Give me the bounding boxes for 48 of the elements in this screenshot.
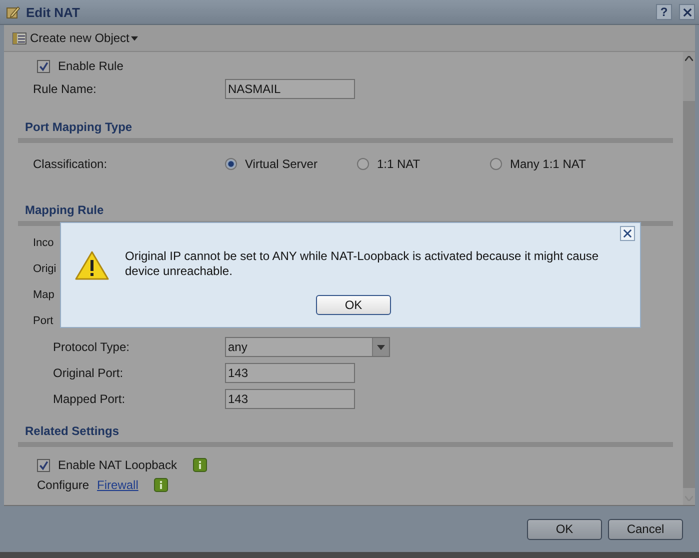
caret-icon — [131, 36, 138, 40]
checkbox[interactable] — [37, 458, 50, 472]
ok-button[interactable]: OK — [527, 518, 602, 540]
radio-button[interactable] — [357, 158, 369, 170]
list-icon — [12, 31, 28, 45]
input-field[interactable]: 143 — [225, 363, 355, 383]
field-label: Protocol Type: — [53, 340, 130, 354]
checkbox-label: Enable NAT Loopback — [58, 458, 177, 472]
radio-button[interactable] — [490, 158, 502, 170]
close-icon — [682, 8, 692, 16]
close-button[interactable] — [620, 226, 635, 241]
radio-button[interactable] — [225, 158, 237, 170]
section-heading: Related Settings — [24, 424, 120, 438]
close-button[interactable] — [679, 4, 695, 20]
section-heading: Port Mapping Type — [24, 120, 134, 134]
radio-label: Virtual Server — [245, 157, 318, 171]
window-title: Edit NAT — [26, 4, 80, 20]
radio-label: 1:1 NAT — [377, 157, 420, 171]
section-heading: Mapping Rule — [24, 203, 105, 217]
caret-icon — [377, 344, 385, 350]
alert-message: Original IP cannot be set to ANY while NAT-Loopback is activated because it might cause device unreachable. — [125, 249, 600, 279]
cancel-button[interactable]: Cancel — [608, 518, 683, 540]
field-label: Original Port: — [53, 366, 124, 380]
help-button[interactable]: ? — [656, 4, 672, 20]
close-icon — [623, 229, 632, 238]
scrollbar[interactable] — [683, 52, 695, 505]
scroll-up-icon[interactable] — [685, 56, 693, 61]
info-icon[interactable] — [192, 458, 207, 472]
field-label: Rule Name: — [32, 82, 98, 96]
ok-button[interactable]: OK — [316, 295, 391, 315]
field-label: Mapped Port: — [53, 392, 126, 406]
field-label: Classification: — [32, 157, 108, 171]
info-icon[interactable] — [154, 478, 168, 492]
checkbox[interactable] — [37, 60, 50, 72]
input-field[interactable]: 143 — [225, 389, 355, 409]
warning-icon — [75, 251, 109, 281]
radio-label: Many 1:1 NAT — [510, 157, 586, 171]
dropdown-field[interactable]: any — [225, 337, 390, 357]
field-label: Map — [33, 289, 54, 301]
field-label: Origi — [33, 263, 56, 275]
field-label: Port — [33, 315, 54, 327]
checkbox-label: Enable Rule — [58, 59, 124, 73]
firewall-link[interactable]: Firewall — [97, 478, 138, 492]
create-object-button[interactable]: Create new Object — [12, 31, 138, 45]
field-label: Inco — [33, 237, 54, 249]
configure-label: Configure — [37, 478, 90, 492]
input-field[interactable]: NASMAIL — [225, 79, 355, 99]
edit-icon — [6, 5, 20, 19]
